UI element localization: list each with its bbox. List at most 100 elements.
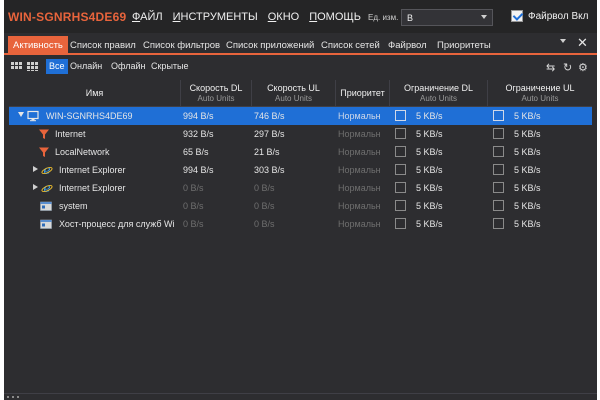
app-title: WIN-SGNRHS4DE69	[8, 10, 127, 24]
computer-icon	[27, 110, 39, 122]
app-window-icon	[40, 201, 52, 211]
filter-offline[interactable]: Офлайн	[108, 59, 148, 74]
download-limit-checkbox[interactable]	[395, 110, 406, 121]
download-speed: 0 B/s	[183, 219, 204, 229]
table-row[interactable]: e Internet Explorer 0 B/s 0 B/s Нормальн…	[9, 179, 592, 197]
column-name[interactable]: Имя	[9, 80, 180, 107]
refresh-icon[interactable]: ↻	[563, 61, 572, 74]
table-row[interactable]: e Internet Explorer 994 B/s 303 B/s Норм…	[9, 161, 592, 179]
table-row[interactable]: LocalNetwork 65 B/s 21 B/s Нормальн 5 KB…	[9, 143, 592, 161]
filter-online[interactable]: Онлайн	[67, 59, 105, 74]
process-name: Internet Explorer	[59, 183, 126, 193]
list-view-icon[interactable]	[11, 62, 22, 71]
upload-speed: 0 B/s	[254, 183, 275, 193]
upload-speed: 0 B/s	[254, 201, 275, 211]
download-speed: 0 B/s	[183, 201, 204, 211]
units-label: Ед. изм.	[368, 13, 399, 22]
upload-speed: 303 B/s	[254, 165, 285, 175]
download-limit: 5 KB/s	[416, 129, 443, 139]
expand-arrow-icon[interactable]	[18, 112, 24, 117]
close-tab-icon[interactable]: ✕	[577, 35, 588, 51]
menu-help[interactable]: ПОМОЩЬ	[309, 11, 361, 23]
download-speed: 65 B/s	[183, 147, 209, 157]
funnel-icon	[39, 147, 49, 157]
upload-speed: 297 B/s	[254, 129, 285, 139]
upload-speed: 0 B/s	[254, 219, 275, 229]
process-name: Internet	[55, 129, 86, 139]
download-speed: 932 B/s	[183, 129, 214, 139]
download-limit-checkbox[interactable]	[395, 128, 406, 139]
upload-limit: 5 KB/s	[514, 129, 541, 139]
firewall-checkbox[interactable]	[511, 10, 523, 22]
collapse-icon[interactable]: ⇆	[546, 61, 555, 74]
upload-limit-checkbox[interactable]	[493, 218, 504, 229]
title-bar: WIN-SGNRHS4DE69 ФАЙЛ ИНСТРУМЕНТЫ ОКНО ПО…	[4, 0, 597, 33]
svg-text:e: e	[43, 164, 50, 176]
ie-icon: e	[41, 164, 53, 176]
upload-limit-checkbox[interactable]	[493, 128, 504, 139]
download-limit-checkbox[interactable]	[395, 164, 406, 175]
download-speed: 0 B/s	[183, 183, 204, 193]
priority-value: Нормальн	[338, 129, 381, 139]
main-menu: ФАЙЛ ИНСТРУМЕНТЫ ОКНО ПОМОЩЬ	[132, 11, 361, 23]
priority-value: Нормальн	[338, 165, 381, 175]
expand-arrow-icon[interactable]	[33, 166, 38, 172]
menu-tools[interactable]: ИНСТРУМЕНТЫ	[173, 11, 258, 23]
table-row[interactable]: Хост-процесс для служб Wi 0 B/s 0 B/s Но…	[9, 215, 592, 233]
tab-activity[interactable]: Активность	[8, 36, 68, 55]
download-limit-checkbox[interactable]	[395, 182, 406, 193]
tab-networks[interactable]: Список сетей	[316, 36, 385, 55]
download-limit-checkbox[interactable]	[395, 146, 406, 157]
upload-limit-checkbox[interactable]	[493, 182, 504, 193]
gear-icon[interactable]: ⚙	[578, 61, 588, 74]
upload-limit: 5 KB/s	[514, 201, 541, 211]
upload-limit: 5 KB/s	[514, 165, 541, 175]
status-bar	[4, 393, 597, 400]
column-priority[interactable]: Приоритет	[335, 80, 389, 107]
filter-hidden[interactable]: Скрытые	[148, 59, 192, 74]
app-window: WIN-SGNRHS4DE69 ФАЙЛ ИНСТРУМЕНТЫ ОКНО ПО…	[4, 0, 597, 400]
priority-value: Нормальн	[338, 111, 381, 121]
download-speed: 994 B/s	[183, 111, 214, 121]
tab-rules[interactable]: Список правил	[65, 36, 141, 55]
download-limit-checkbox[interactable]	[395, 218, 406, 229]
app-window-icon	[40, 219, 52, 229]
download-limit-checkbox[interactable]	[395, 200, 406, 211]
table-row[interactable]: Internet 932 B/s 297 B/s Нормальн 5 KB/s…	[9, 125, 592, 143]
column-download-limit[interactable]: Ограничение DL Auto Units	[389, 80, 487, 107]
download-limit: 5 KB/s	[416, 219, 443, 229]
expand-arrow-icon[interactable]	[33, 184, 38, 190]
download-speed: 994 B/s	[183, 165, 214, 175]
firewall-label: Файрвол Вкл	[528, 11, 589, 22]
tab-bar: Активность Список правил Список фильтров…	[4, 33, 597, 55]
column-download-speed[interactable]: Скорость DL Auto Units	[180, 80, 251, 107]
funnel-icon	[39, 129, 49, 139]
upload-limit: 5 KB/s	[514, 183, 541, 193]
ie-icon: e	[41, 182, 53, 194]
priority-value: Нормальн	[338, 183, 381, 193]
upload-limit-checkbox[interactable]	[493, 110, 504, 121]
tab-priorities[interactable]: Приоритеты	[432, 36, 496, 55]
menu-file[interactable]: ФАЙЛ	[132, 11, 163, 23]
table-row[interactable]: system 0 B/s 0 B/s Нормальн 5 KB/s 5 KB/…	[9, 197, 592, 215]
download-limit: 5 KB/s	[416, 147, 443, 157]
tab-filters[interactable]: Список фильтров	[138, 36, 225, 55]
menu-window[interactable]: ОКНО	[268, 11, 299, 23]
units-select[interactable]: B	[401, 9, 493, 26]
tab-list-dropdown-icon[interactable]	[560, 39, 566, 43]
upload-limit: 5 KB/s	[514, 111, 541, 121]
table-row[interactable]: WIN-SGNRHS4DE69 994 B/s 746 B/s Нормальн…	[9, 107, 592, 125]
tab-firewall[interactable]: Файрвол	[383, 36, 432, 55]
tab-apps[interactable]: Список приложений	[221, 36, 319, 55]
upload-limit-checkbox[interactable]	[493, 200, 504, 211]
upload-limit-checkbox[interactable]	[493, 164, 504, 175]
grid-view-icon[interactable]	[27, 62, 38, 71]
svg-text:e: e	[43, 182, 50, 194]
filter-all[interactable]: Все	[46, 59, 68, 74]
process-name: Internet Explorer	[59, 165, 126, 175]
process-name: WIN-SGNRHS4DE69	[46, 111, 133, 121]
column-upload-speed[interactable]: Скорость UL Auto Units	[251, 80, 335, 107]
process-name: system	[59, 201, 88, 211]
column-upload-limit[interactable]: Ограничение UL Auto Units	[487, 80, 592, 107]
upload-limit-checkbox[interactable]	[493, 146, 504, 157]
